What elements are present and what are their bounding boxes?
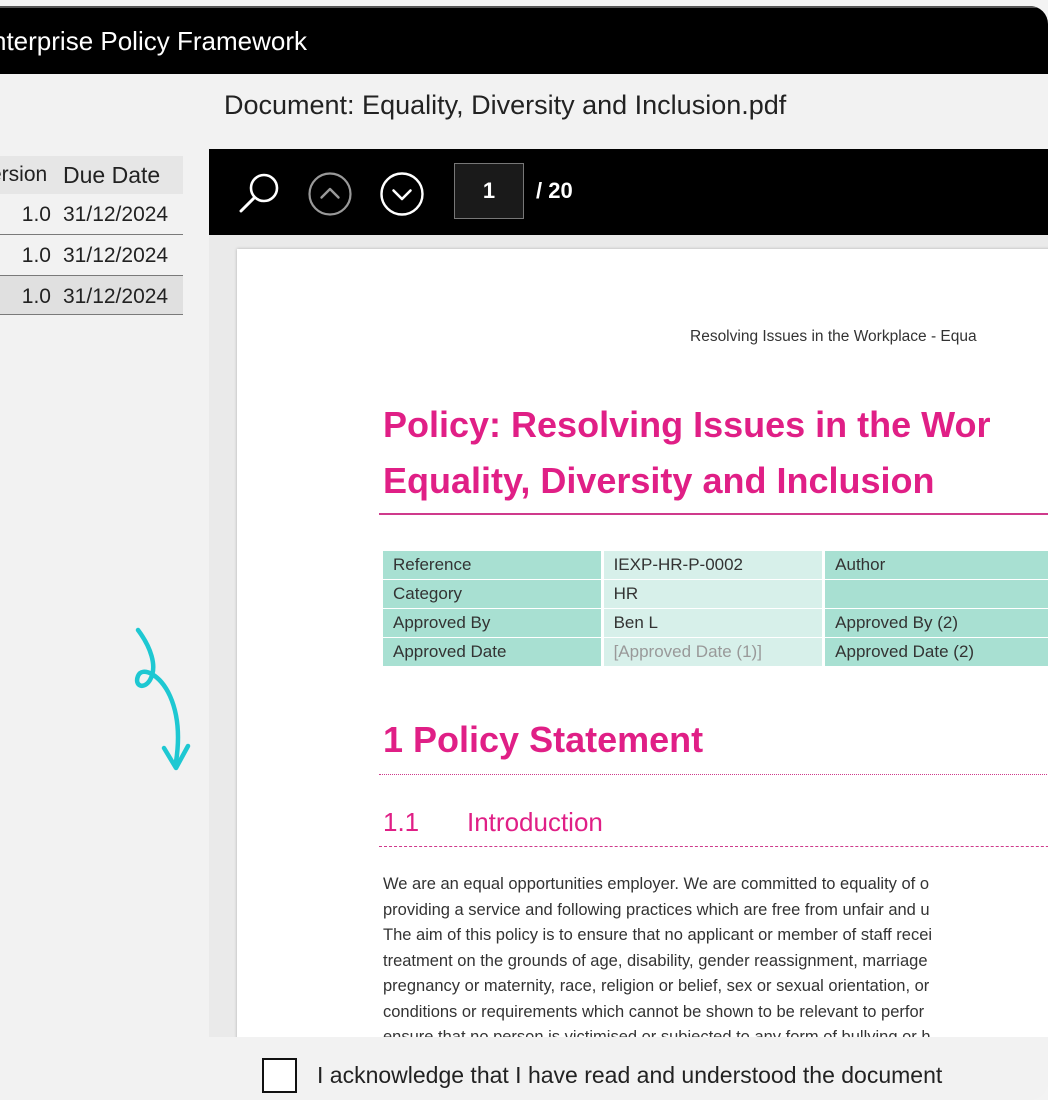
document-viewer[interactable]: Resolving Issues in the Workplace - Equa… — [209, 235, 1048, 1037]
table-row[interactable]: 1.0 31/12/2024 — [0, 194, 183, 235]
body-paragraph: We are an equal opportunities employer. … — [383, 872, 1048, 1037]
table-header: ersion Due Date — [0, 156, 183, 194]
meta-label: Author — [822, 551, 1048, 580]
pdf-page: Resolving Issues in the Workplace - Equa… — [237, 249, 1048, 1037]
page-total: / 20 — [536, 178, 573, 203]
section-divider — [379, 774, 1048, 775]
chevron-down-icon[interactable] — [379, 171, 425, 222]
meta-label-empty — [822, 579, 1048, 609]
meta-label: Reference — [383, 551, 603, 580]
body-line: conditions or requirements which cannot … — [383, 1002, 925, 1021]
section-heading: 1 Policy Statement — [383, 719, 704, 760]
due-date-cell: 31/12/2024 — [63, 203, 169, 226]
document-title: Document: Equality, Diversity and Inclus… — [224, 90, 787, 120]
column-header-due-date[interactable]: Due Date — [63, 156, 183, 194]
body-line: ensure that no person is victimised or s… — [383, 1028, 931, 1037]
meta-value: IEXP-HR-P-0002 — [600, 551, 824, 580]
column-header-version[interactable]: ersion — [0, 156, 63, 194]
acknowledge-checkbox[interactable] — [262, 1058, 297, 1093]
subsection-heading: 1.1 Introduction — [383, 807, 603, 838]
meta-value: Ben L — [600, 608, 824, 638]
running-header: Resolving Issues in the Workplace - Equa — [690, 328, 977, 345]
body-line: We are an equal opportunities employer. … — [383, 875, 930, 893]
due-date-cell: 31/12/2024 — [63, 244, 169, 267]
title-divider — [379, 513, 1048, 515]
window-title: nterprise Policy Framework — [0, 6, 1048, 74]
meta-label: Approved Date — [383, 637, 603, 667]
pdf-viewer-toolbar: 1 / 20 — [209, 149, 1048, 235]
due-date-cell: 31/12/2024 — [63, 285, 169, 308]
acknowledge-label[interactable]: I acknowledge that I have read and under… — [317, 1062, 942, 1089]
acknowledge-row: I acknowledge that I have read and under… — [262, 1058, 942, 1093]
curly-arrow-icon — [128, 626, 208, 791]
body-line: The aim of this policy is to ensure that… — [383, 926, 933, 944]
meta-label: Approved By — [383, 608, 603, 638]
meta-label: Approved By (2) — [822, 608, 1048, 638]
meta-value: HR — [600, 579, 824, 609]
table-row-selected[interactable]: 1.0 31/12/2024 — [0, 275, 183, 315]
policy-table: ersion Due Date 1.0 31/12/2024 1.0 31/12… — [0, 156, 183, 315]
policy-title-line-1: Policy: Resolving Issues in the Wor — [383, 404, 991, 445]
body-line: pregnancy or maternity, race, religion o… — [383, 977, 930, 995]
policy-title: Policy: Resolving Issues in the Wor Equa… — [383, 397, 990, 509]
app-window: nterprise Policy Framework Document: Equ… — [0, 6, 1048, 1100]
subsection-title: Introduction — [467, 807, 603, 837]
version-cell: 1.0 — [21, 285, 51, 308]
meta-label: Category — [383, 579, 603, 609]
chevron-up-icon[interactable] — [307, 171, 353, 222]
body-line: treatment on the grounds of age, disabil… — [383, 951, 928, 970]
body-line: providing a service and following practi… — [383, 900, 930, 919]
version-cell: 1.0 — [21, 244, 51, 267]
policy-title-line-2: Equality, Diversity and Inclusion — [383, 460, 935, 501]
search-icon[interactable] — [235, 169, 285, 224]
document-meta-table: Reference IEXP-HR-P-0002 Author Category… — [383, 551, 1048, 667]
subsection-divider — [379, 846, 1048, 847]
meta-value: [Approved Date (1)] — [600, 637, 824, 667]
subsection-number: 1.1 — [383, 807, 420, 837]
meta-label: Approved Date (2) — [822, 637, 1048, 667]
version-cell: 1.0 — [21, 203, 51, 226]
page-number-input[interactable]: 1 — [454, 163, 524, 219]
table-row[interactable]: 1.0 31/12/2024 — [0, 235, 183, 275]
